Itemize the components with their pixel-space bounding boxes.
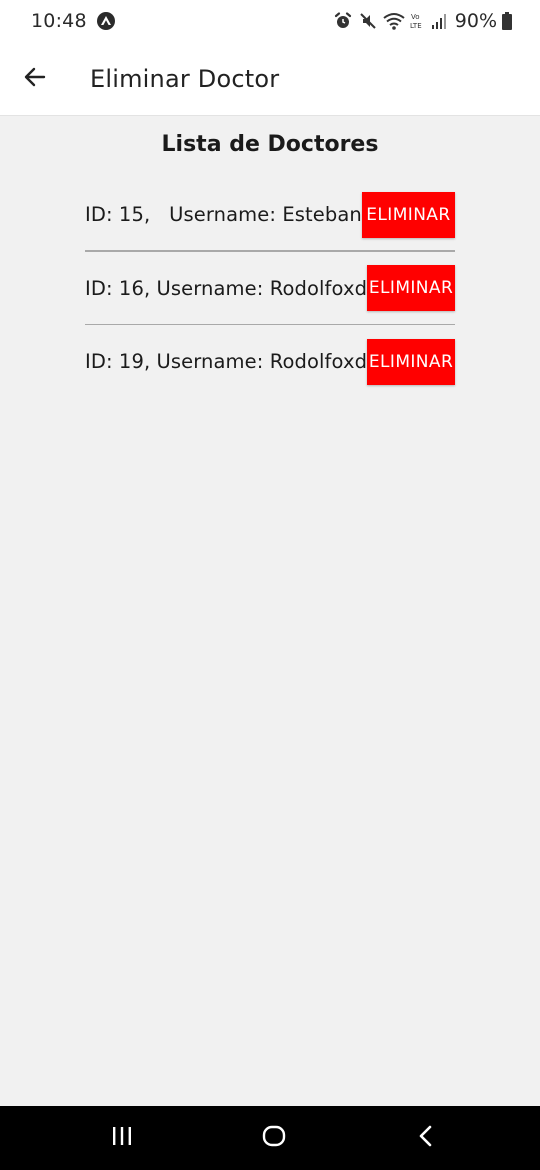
list-title: Lista de Doctores: [161, 132, 379, 157]
alarm-icon: [333, 11, 353, 31]
nav-back-button[interactable]: [412, 1124, 440, 1152]
delete-button[interactable]: ELIMINAR: [361, 191, 455, 238]
list-item: ID: 15, Username: Esteban ELIMINAR: [85, 178, 455, 252]
main-content: Lista de Doctores ID: 15, Username: Este…: [0, 116, 540, 1106]
doctor-list: ID: 15, Username: Esteban ELIMINAR ID: 1…: [85, 178, 455, 399]
back-icon: [416, 1124, 436, 1152]
signal-icon: [431, 12, 447, 30]
back-button[interactable]: [0, 42, 70, 116]
battery-icon: [502, 12, 512, 30]
home-icon: [261, 1124, 287, 1152]
mute-icon: [358, 11, 378, 31]
doctor-label: ID: 19, Username: Rodolfoxd: [85, 350, 368, 374]
doctor-label: ID: 16, Username: Rodolfoxd: [85, 276, 368, 300]
doctor-label: ID: 15, Username: Esteban: [85, 203, 362, 227]
volte-icon: Vo LTE: [410, 11, 426, 31]
arrow-left-icon: [23, 65, 47, 93]
wifi-icon: [383, 11, 405, 31]
status-time: 10:48: [31, 10, 87, 32]
system-nav-bar: [0, 1106, 540, 1170]
app-bar: Eliminar Doctor: [0, 42, 540, 116]
delete-button[interactable]: ELIMINAR: [367, 265, 455, 312]
list-item: ID: 19, Username: Rodolfoxd ELIMINAR: [85, 325, 455, 399]
home-button[interactable]: [260, 1124, 288, 1152]
page-title: Eliminar Doctor: [90, 64, 280, 93]
battery-percent: 90%: [454, 10, 497, 32]
list-item: ID: 16, Username: Rodolfoxd ELIMINAR: [85, 252, 455, 326]
delete-button[interactable]: ELIMINAR: [367, 338, 455, 385]
svg-text:LTE: LTE: [410, 22, 422, 30]
recent-apps-button[interactable]: [108, 1124, 136, 1152]
recent-apps-icon: [110, 1125, 134, 1151]
app-notification-icon: [96, 12, 115, 30]
svg-text:Vo: Vo: [411, 13, 420, 21]
status-bar: 10:48 Vo LTE 90%: [0, 0, 540, 42]
